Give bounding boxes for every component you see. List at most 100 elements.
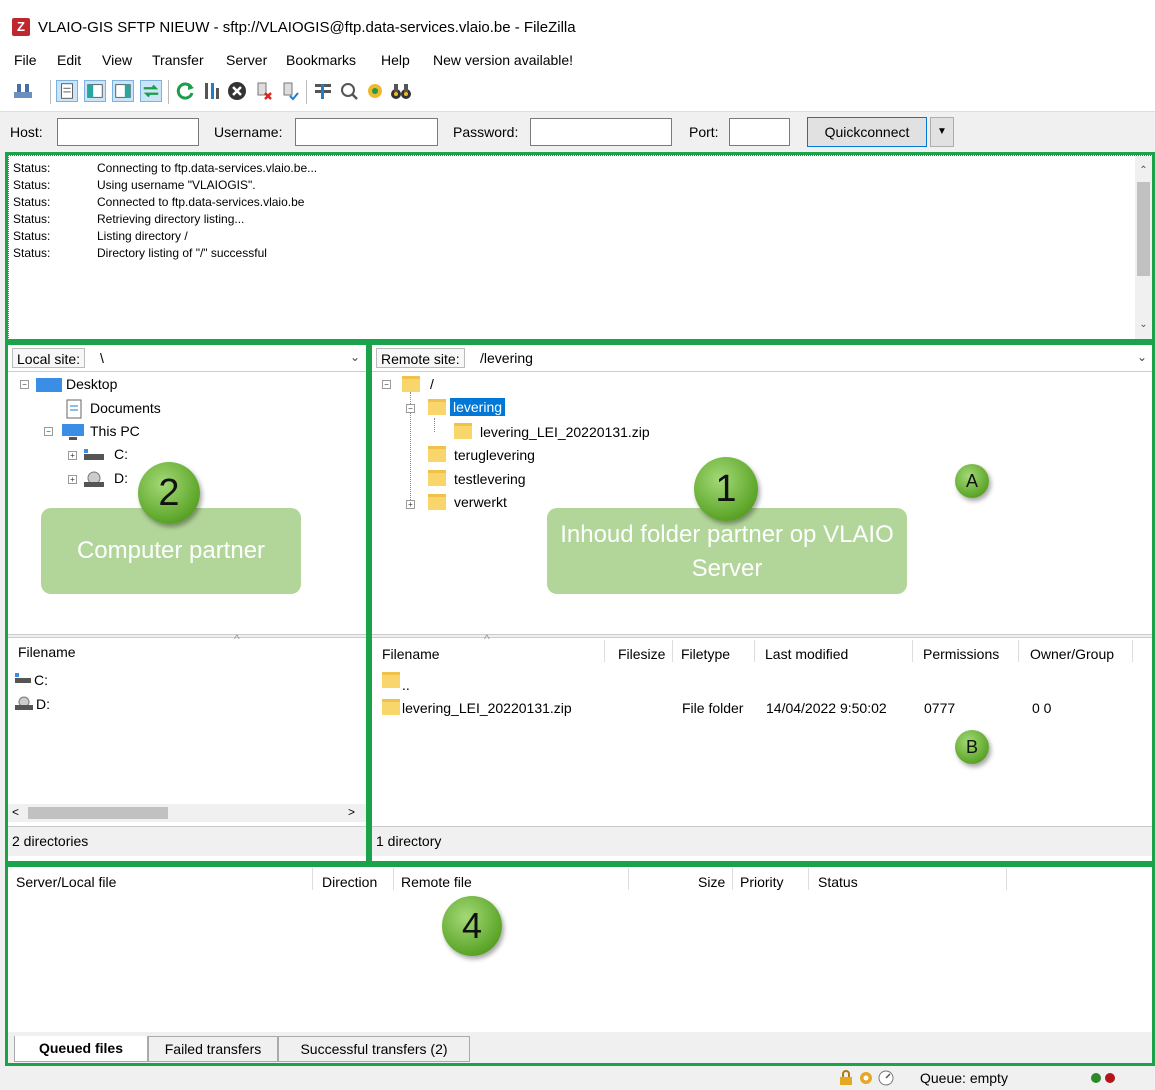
local-file-c[interactable]: C: <box>34 672 48 688</box>
remote-tree-testlevering[interactable]: testlevering <box>454 471 526 487</box>
tab-failed-transfers[interactable]: Failed transfers <box>148 1036 278 1062</box>
remote-tree-icon[interactable] <box>112 80 134 102</box>
menu-new-version[interactable]: New version available! <box>433 52 573 68</box>
remote-file-owner: 0 0 <box>1032 700 1052 716</box>
annotation-a: A <box>955 464 989 498</box>
chevron-down-icon[interactable]: ⌄ <box>350 350 360 364</box>
host-label: Host: <box>10 124 43 140</box>
tree-drive-d[interactable]: D: <box>114 470 128 486</box>
menu-help[interactable]: Help <box>381 52 410 68</box>
folder-icon <box>382 699 400 715</box>
host-input[interactable] <box>57 118 199 146</box>
username-input[interactable] <box>295 118 438 146</box>
remote-header-filesize[interactable]: Filesize <box>618 646 665 662</box>
tree-drive-c[interactable]: C: <box>114 446 128 462</box>
password-label: Password: <box>453 124 519 140</box>
speed-limit-icon <box>878 1070 894 1086</box>
remote-file-permissions: 0777 <box>924 700 956 716</box>
queue-header-priority[interactable]: Priority <box>740 874 784 890</box>
queue-header-direction[interactable]: Direction <box>322 874 377 890</box>
reconnect-icon[interactable] <box>278 80 300 102</box>
remote-status: 1 directory <box>372 826 1153 856</box>
folder-icon <box>428 470 446 486</box>
remote-header-filename[interactable]: Filename <box>382 646 440 662</box>
sort-chevron-icon: ^ <box>484 632 490 646</box>
menu-bar: File Edit View Transfer Server Bookmarks… <box>0 44 1155 72</box>
port-label: Port: <box>689 124 719 140</box>
menu-server[interactable]: Server <box>226 52 267 68</box>
transfer-queue-icon[interactable] <box>140 80 162 102</box>
sync-browsing-icon[interactable] <box>364 80 386 102</box>
site-manager-icon[interactable] <box>12 80 34 102</box>
queue-header-remote[interactable]: Remote file <box>401 874 472 890</box>
local-panel: Local site: \ ⌄ − Desktop Documents − Th… <box>8 344 366 862</box>
annotation-b: B <box>955 730 989 764</box>
desktop-icon <box>36 378 62 392</box>
drive-c-icon <box>15 673 31 683</box>
tree-this-pc[interactable]: This PC <box>90 423 140 439</box>
local-site-label: Local site: <box>12 348 86 368</box>
refresh-icon[interactable] <box>174 80 196 102</box>
tree-desktop[interactable]: Desktop <box>66 376 117 392</box>
menu-edit[interactable]: Edit <box>57 52 81 68</box>
local-file-d[interactable]: D: <box>36 696 50 712</box>
annotation-2: 2 <box>138 462 200 524</box>
port-input[interactable] <box>729 118 790 146</box>
folder-icon <box>428 399 446 415</box>
binoculars-icon[interactable] <box>390 80 412 102</box>
activity-leds-icon <box>1091 1073 1115 1083</box>
remote-tree-root[interactable]: / <box>430 376 434 392</box>
window-title: VLAIO-GIS SFTP NIEUW - sftp://VLAIOGIS@f… <box>38 19 576 36</box>
menu-bookmarks[interactable]: Bookmarks <box>286 52 356 68</box>
remote-tree-levering[interactable]: levering <box>450 398 506 416</box>
sort-chevron-icon: ^ <box>234 632 240 646</box>
annotation-1: 1 <box>694 457 758 521</box>
remote-file-name[interactable]: levering_LEI_20220131.zip <box>402 700 572 716</box>
tab-successful-transfers[interactable]: Successful transfers (2) <box>278 1036 470 1062</box>
queue-header-size[interactable]: Size <box>698 874 725 890</box>
local-status: 2 directories <box>8 826 366 856</box>
remote-tree-zip[interactable]: levering_LEI_20220131.zip <box>480 424 650 440</box>
folder-icon <box>454 423 472 439</box>
directory-listing-filter-icon[interactable] <box>312 80 334 102</box>
drive-d-icon <box>15 696 33 710</box>
queue-header-local[interactable]: Server/Local file <box>16 874 116 890</box>
local-filename-header[interactable]: Filename <box>18 644 76 660</box>
remote-tree-teruglevering[interactable]: teruglevering <box>454 447 535 463</box>
search-files-icon[interactable] <box>338 80 360 102</box>
quickconnect-dropdown-icon[interactable]: ▼ <box>930 117 954 147</box>
remote-header-owner[interactable]: Owner/Group <box>1030 646 1114 662</box>
message-log-icon[interactable] <box>56 80 78 102</box>
filter-icon[interactable] <box>200 80 222 102</box>
local-tree-icon[interactable] <box>84 80 106 102</box>
tab-queued-files[interactable]: Queued files <box>14 1036 148 1062</box>
remote-header-permissions[interactable]: Permissions <box>923 646 999 662</box>
remote-file-modified: 14/04/2022 9:50:02 <box>766 700 887 716</box>
this-pc-icon <box>62 424 84 440</box>
menu-file[interactable]: File <box>14 52 37 68</box>
folder-icon <box>402 376 420 392</box>
local-site-path[interactable]: \ <box>100 350 104 366</box>
local-hscrollbar[interactable]: < > <box>8 804 366 822</box>
scroll-left-icon: < <box>12 805 20 819</box>
remote-header-filetype[interactable]: Filetype <box>681 646 730 662</box>
queue-header-status[interactable]: Status <box>818 874 858 890</box>
remote-tree-verwerkt[interactable]: verwerkt <box>454 494 507 510</box>
username-label: Username: <box>214 124 283 140</box>
password-input[interactable] <box>530 118 672 146</box>
remote-file-parent[interactable]: .. <box>402 677 410 693</box>
log-scrollbar[interactable]: ⌃ ⌄ <box>1135 156 1152 339</box>
remote-site-path[interactable]: /levering <box>480 350 533 366</box>
bottom-status-bar: Queue: empty <box>0 1066 1155 1090</box>
quickconnect-button[interactable]: Quickconnect <box>807 117 927 147</box>
menu-transfer[interactable]: Transfer <box>152 52 204 68</box>
menu-view[interactable]: View <box>102 52 132 68</box>
chevron-down-icon[interactable]: ⌄ <box>1137 350 1147 364</box>
tree-documents[interactable]: Documents <box>90 400 161 416</box>
annotation-4: 4 <box>442 896 502 956</box>
remote-panel: Remote site: /levering ⌄ − / − levering … <box>372 344 1153 862</box>
disconnect-icon[interactable] <box>252 80 274 102</box>
quickconnect-bar: Host: Username: Password: Port: Quickcon… <box>0 112 1155 152</box>
remote-header-modified[interactable]: Last modified <box>765 646 848 662</box>
cancel-icon[interactable] <box>226 80 248 102</box>
